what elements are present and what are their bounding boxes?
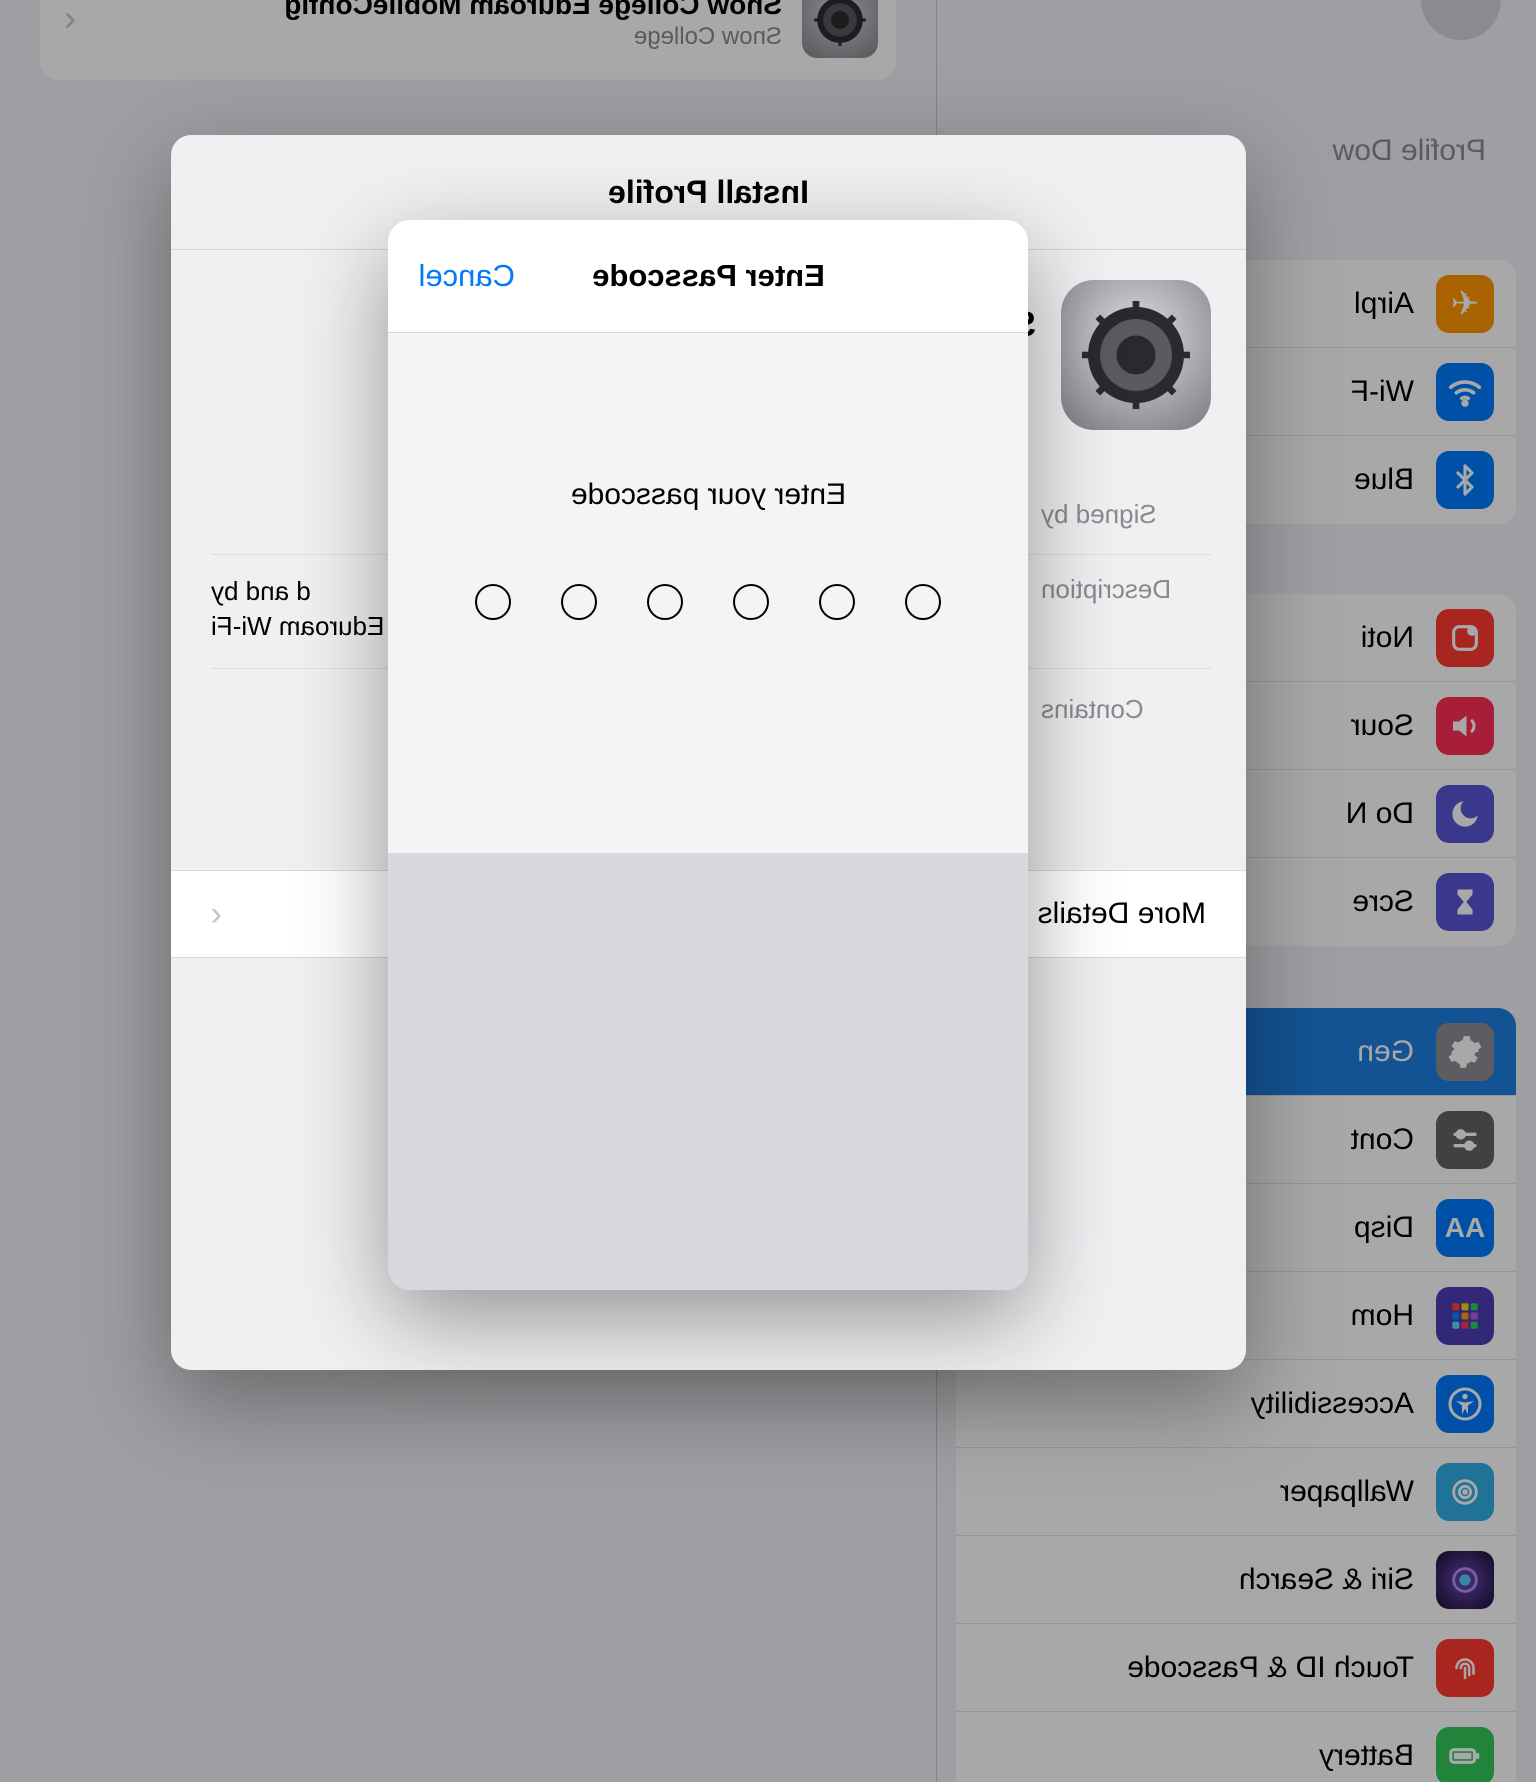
- passcode-header: Enter Passcode Cancel: [389, 220, 1029, 333]
- passcode-keypad-area[interactable]: [389, 853, 1029, 1290]
- passcode-dot: [734, 584, 770, 620]
- passcode-dot: [906, 584, 942, 620]
- passcode-title: Enter Passcode: [592, 258, 825, 294]
- more-details-label: More Details: [1038, 897, 1206, 931]
- passcode-dots: [476, 584, 942, 620]
- passcode-dot: [476, 584, 512, 620]
- passcode-dialog: Enter Passcode Cancel Enter your passcod…: [389, 220, 1029, 1290]
- cancel-button[interactable]: Cancel: [419, 258, 516, 294]
- chevron-right-icon: ›: [211, 895, 222, 934]
- sheet-title: Install Profile: [608, 174, 809, 211]
- passcode-body: Enter your passcode: [389, 333, 1029, 853]
- passcode-dot: [648, 584, 684, 620]
- passcode-prompt: Enter your passcode: [571, 478, 846, 512]
- profile-large-icon: [1061, 280, 1211, 430]
- description-label: Description: [1016, 574, 1211, 644]
- signed-by-label: Signed by: [1016, 499, 1211, 530]
- passcode-dot: [820, 584, 856, 620]
- passcode-dot: [562, 584, 598, 620]
- contains-label: Contains: [1016, 694, 1211, 725]
